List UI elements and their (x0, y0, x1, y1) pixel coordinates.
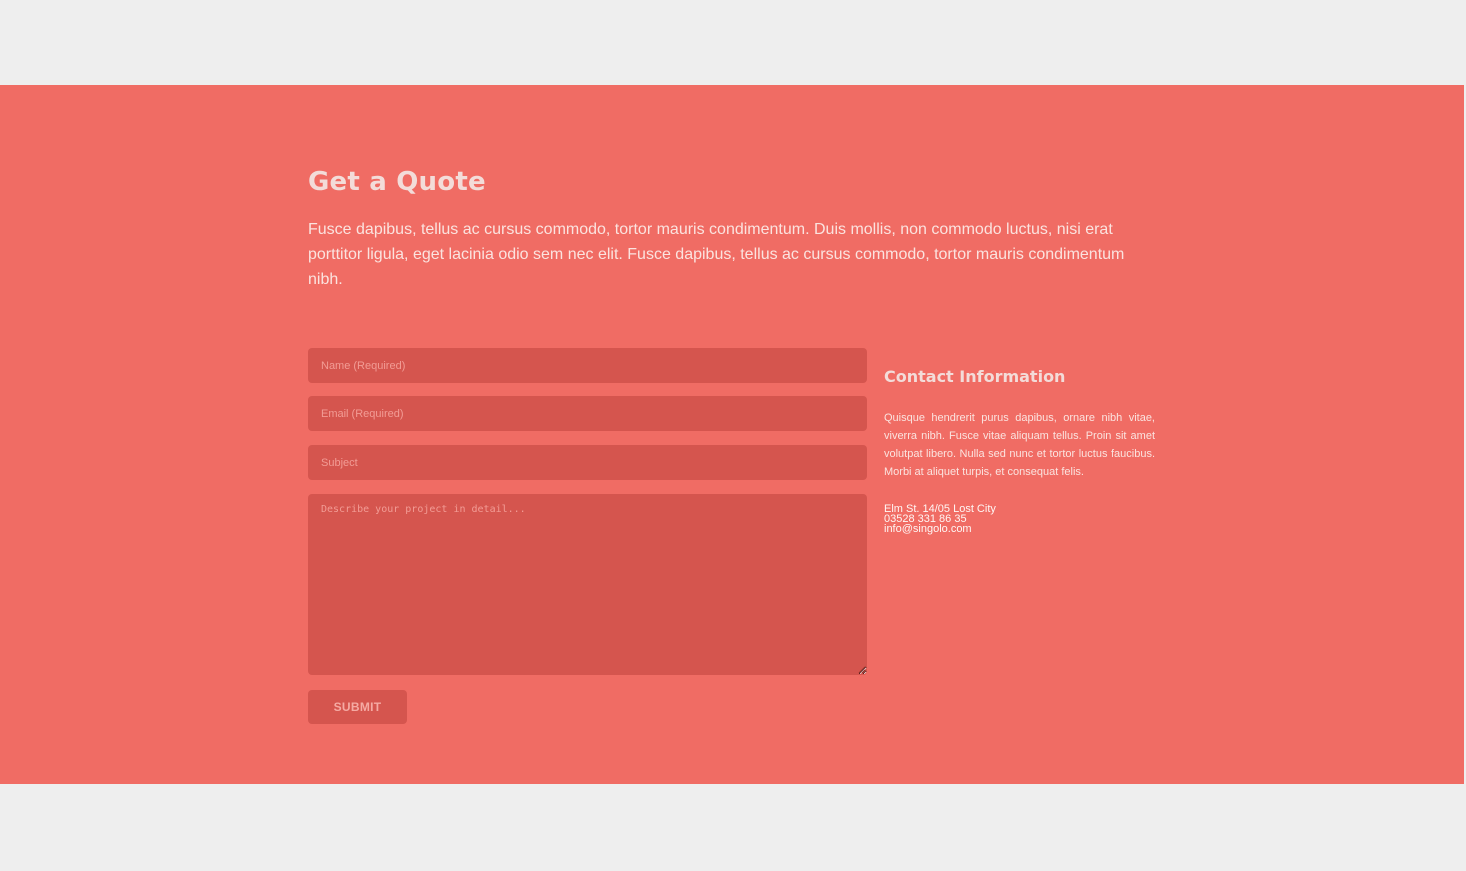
contact-description: Quisque hendrerit purus dapibus, ornare … (884, 412, 1155, 478)
page-title: Get a Quote (308, 167, 486, 197)
contact-title: Contact Information (884, 367, 1066, 386)
contact-details: Elm St. 14/05 Lost City 03528 331 86 35 … (884, 504, 1155, 535)
contact-email: info@singolo.com (884, 523, 972, 535)
contact-information: Contact Information Quisque hendrerit pu… (884, 365, 1155, 535)
message-textarea[interactable] (308, 494, 867, 675)
subject-field[interactable] (308, 445, 867, 480)
quote-section: Get a Quote Fusce dapibus, tellus ac cur… (0, 85, 1464, 784)
name-field[interactable] (308, 348, 867, 383)
submit-button[interactable]: SUBMIT (308, 690, 407, 724)
email-field[interactable] (308, 396, 867, 431)
intro-text: Fusce dapibus, tellus ac cursus commodo,… (308, 221, 1125, 288)
quote-container: Get a Quote Fusce dapibus, tellus ac cur… (308, 85, 1156, 784)
